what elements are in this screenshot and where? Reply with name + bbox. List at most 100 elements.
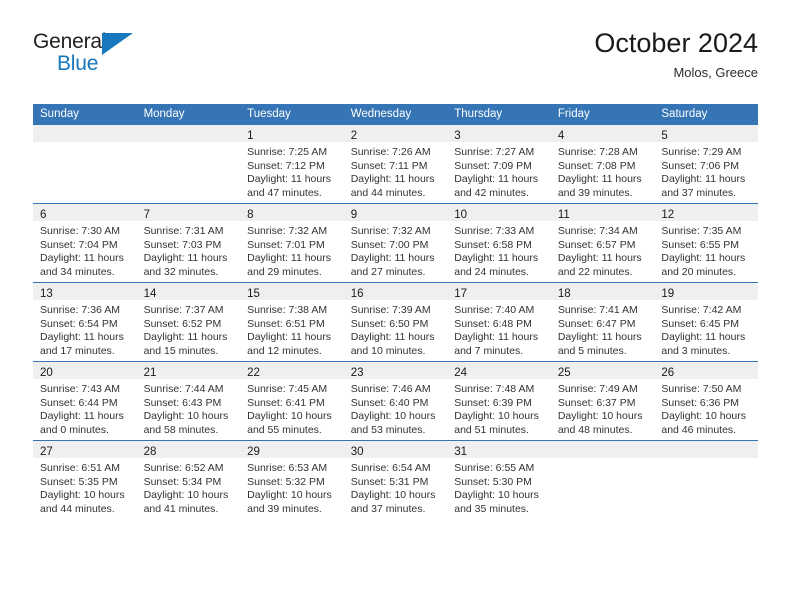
calendar-day-cell[interactable]: 28 Sunrise: 6:52 AM Sunset: 5:34 PM Dayligh… xyxy=(136,440,241,519)
day-details: Sunrise: 7:37 AM Sunset: 6:52 PM Daylight:… xyxy=(137,300,241,358)
daylight-line-2: and 42 minutes. xyxy=(454,186,529,199)
calendar-day-cell[interactable]: 9 Sunrise: 7:32 AM Sunset: 7:00 PM Daylight… xyxy=(343,203,448,283)
day-details xyxy=(654,458,758,462)
daylight-line-1: Daylight: 10 hours xyxy=(454,489,539,501)
sunrise-line: Sunrise: 7:34 AM xyxy=(557,225,638,237)
sunset-line: Sunset: 6:41 PM xyxy=(247,396,325,409)
daylight-line-1: Daylight: 11 hours xyxy=(247,173,331,185)
calendar-day-cell[interactable]: 1 Sunrise: 7:25 AM Sunset: 7:12 PM Daylight… xyxy=(240,125,344,204)
day-number-strip: 8 xyxy=(240,204,344,221)
sunrise-line: Sunrise: 7:49 AM xyxy=(557,383,638,395)
sunrise-sunset-calendar: Sunday Monday Tuesday Wednesday Thursday Frid… xyxy=(33,104,758,519)
daylight-line-2: and 35 minutes. xyxy=(454,502,529,515)
sunrise-line: Sunrise: 7:37 AM xyxy=(143,304,224,316)
calendar-day-cell[interactable]: 13 Sunrise: 7:36 AM Sunset: 6:54 PM Dayligh… xyxy=(33,282,137,362)
calendar-cell-empty xyxy=(33,125,137,204)
calendar-day-cell[interactable]: 3 Sunrise: 7:27 AM Sunset: 7:09 PM Daylight… xyxy=(447,125,551,204)
day-details xyxy=(33,142,137,146)
calendar-day-cell[interactable]: 5 Sunrise: 7:29 AM Sunset: 7:06 PM Daylight… xyxy=(654,125,758,204)
sunrise-line: Sunrise: 7:38 AM xyxy=(247,304,328,316)
day-number-strip: 20 xyxy=(33,362,137,379)
daylight-line-1: Daylight: 11 hours xyxy=(454,252,539,264)
day-details: Sunrise: 7:43 AM Sunset: 6:44 PM Daylight:… xyxy=(33,379,137,437)
daylight-line-1: Daylight: 10 hours xyxy=(661,410,747,422)
sunset-line: Sunset: 5:31 PM xyxy=(350,475,429,488)
calendar-day-cell[interactable]: 14 Sunrise: 7:37 AM Sunset: 6:52 PM Dayligh… xyxy=(136,282,241,362)
sunrise-line: Sunrise: 6:54 AM xyxy=(350,462,431,474)
calendar-day-cell[interactable]: 31 Sunrise: 6:55 AM Sunset: 5:30 PM Dayligh… xyxy=(447,440,551,519)
calendar-day-cell[interactable]: 11 Sunrise: 7:34 AM Sunset: 6:57 PM Dayligh… xyxy=(550,203,655,283)
calendar-day-cell[interactable]: 18 Sunrise: 7:41 AM Sunset: 6:47 PM Dayligh… xyxy=(550,282,655,362)
sunrise-line: Sunrise: 6:55 AM xyxy=(454,462,535,474)
day-number-strip: 2 xyxy=(343,125,448,142)
calendar-day-cell[interactable]: 19 Sunrise: 7:42 AM Sunset: 6:45 PM Dayligh… xyxy=(654,282,758,362)
day-number-strip: 1 xyxy=(240,125,344,142)
daylight-line-1: Daylight: 11 hours xyxy=(40,410,124,422)
page-title: October 2024 xyxy=(594,28,758,58)
sunset-line: Sunset: 5:30 PM xyxy=(454,475,532,488)
day-number: 2 xyxy=(350,130,358,142)
weekday-header-saturday: Saturday xyxy=(654,104,758,125)
calendar-day-cell[interactable]: 6 Sunrise: 7:30 AM Sunset: 7:04 PM Daylight… xyxy=(33,203,137,283)
day-details: Sunrise: 7:41 AM Sunset: 6:47 PM Daylight:… xyxy=(551,300,655,358)
daylight-line-1: Daylight: 10 hours xyxy=(454,410,539,422)
sunrise-line: Sunrise: 7:33 AM xyxy=(454,225,535,237)
sunset-line: Sunset: 6:54 PM xyxy=(40,317,118,330)
calendar-day-cell[interactable]: 20 Sunrise: 7:43 AM Sunset: 6:44 PM Dayligh… xyxy=(33,361,137,441)
calendar-day-cell[interactable]: 15 Sunrise: 7:38 AM Sunset: 6:51 PM Dayligh… xyxy=(240,282,344,362)
daylight-line-2: and 24 minutes. xyxy=(454,265,529,278)
weekday-header-thursday: Thursday xyxy=(447,104,551,125)
title-block: October 2024 Molos, Greece xyxy=(594,26,758,81)
sunset-line: Sunset: 7:08 PM xyxy=(557,159,636,172)
calendar-day-cell[interactable]: 8 Sunrise: 7:32 AM Sunset: 7:01 PM Daylight… xyxy=(240,203,344,283)
day-details: Sunrise: 7:29 AM Sunset: 7:06 PM Daylight:… xyxy=(654,142,758,200)
sunset-line: Sunset: 5:32 PM xyxy=(247,475,325,488)
day-number-strip: 19 xyxy=(654,283,758,300)
calendar-day-cell[interactable]: 27 Sunrise: 6:51 AM Sunset: 5:35 PM Dayligh… xyxy=(33,440,137,519)
sunset-line: Sunset: 7:01 PM xyxy=(247,238,325,251)
daylight-line-2: and 12 minutes. xyxy=(247,344,322,357)
sunset-line: Sunset: 6:58 PM xyxy=(454,238,532,251)
day-number-strip: 21 xyxy=(136,362,241,379)
sunrise-line: Sunrise: 7:28 AM xyxy=(557,146,638,158)
day-number-strip: 31 xyxy=(447,441,551,458)
calendar-day-cell[interactable]: 26 Sunrise: 7:50 AM Sunset: 6:36 PM Dayligh… xyxy=(654,361,758,441)
day-details xyxy=(137,142,241,146)
sunrise-line: Sunrise: 7:40 AM xyxy=(454,304,535,316)
calendar-day-cell[interactable]: 25 Sunrise: 7:49 AM Sunset: 6:37 PM Dayligh… xyxy=(550,361,655,441)
calendar-day-cell[interactable]: 16 Sunrise: 7:39 AM Sunset: 6:50 PM Dayligh… xyxy=(343,282,448,362)
daylight-line-2: and 44 minutes. xyxy=(350,186,426,199)
day-number-strip: 16 xyxy=(343,283,448,300)
calendar-day-cell[interactable]: 29 Sunrise: 6:53 AM Sunset: 5:32 PM Dayligh… xyxy=(240,440,344,519)
logo-text-blue: Blue xyxy=(57,52,99,75)
day-number-strip xyxy=(550,441,655,458)
calendar-day-cell[interactable]: 2 Sunrise: 7:26 AM Sunset: 7:11 PM Daylight… xyxy=(343,125,448,204)
calendar-day-cell[interactable]: 4 Sunrise: 7:28 AM Sunset: 7:08 PM Daylight… xyxy=(550,125,655,204)
calendar-day-cell[interactable]: 30 Sunrise: 6:54 AM Sunset: 5:31 PM Dayligh… xyxy=(343,440,448,519)
sunset-line: Sunset: 6:55 PM xyxy=(661,238,740,251)
calendar-day-cell[interactable]: 7 Sunrise: 7:31 AM Sunset: 7:03 PM Daylight… xyxy=(136,203,241,283)
day-details: Sunrise: 7:25 AM Sunset: 7:12 PM Daylight:… xyxy=(240,142,344,200)
weekday-header-monday: Monday xyxy=(136,104,241,125)
sunset-line: Sunset: 6:45 PM xyxy=(661,317,740,330)
day-details: Sunrise: 7:50 AM Sunset: 6:36 PM Daylight:… xyxy=(654,379,758,437)
daylight-line-1: Daylight: 10 hours xyxy=(143,489,229,501)
daylight-line-1: Daylight: 11 hours xyxy=(40,252,124,264)
day-number: 30 xyxy=(350,446,364,458)
calendar-day-cell[interactable]: 22 Sunrise: 7:45 AM Sunset: 6:41 PM Dayligh… xyxy=(240,361,344,441)
calendar-day-cell[interactable]: 23 Sunrise: 7:46 AM Sunset: 6:40 PM Dayligh… xyxy=(343,361,448,441)
general-blue-logo[interactable]: General Blue xyxy=(33,28,153,80)
calendar-day-cell[interactable]: 24 Sunrise: 7:48 AM Sunset: 6:39 PM Dayligh… xyxy=(447,361,551,441)
day-number-strip: 29 xyxy=(240,441,344,458)
sunset-line: Sunset: 6:50 PM xyxy=(350,317,429,330)
sunset-line: Sunset: 7:11 PM xyxy=(350,159,428,172)
calendar-day-cell[interactable]: 12 Sunrise: 7:35 AM Sunset: 6:55 PM Dayligh… xyxy=(654,203,758,283)
weekday-header-tuesday: Tuesday xyxy=(240,104,344,125)
calendar-day-cell[interactable]: 21 Sunrise: 7:44 AM Sunset: 6:43 PM Dayligh… xyxy=(136,361,241,441)
sunset-line: Sunset: 5:34 PM xyxy=(143,475,222,488)
daylight-line-1: Daylight: 10 hours xyxy=(40,489,125,501)
sunrise-line: Sunrise: 6:53 AM xyxy=(247,462,328,474)
day-number-strip xyxy=(33,125,137,142)
calendar-day-cell[interactable]: 17 Sunrise: 7:40 AM Sunset: 6:48 PM Dayligh… xyxy=(447,282,551,362)
calendar-day-cell[interactable]: 10 Sunrise: 7:33 AM Sunset: 6:58 PM Dayligh… xyxy=(447,203,551,283)
